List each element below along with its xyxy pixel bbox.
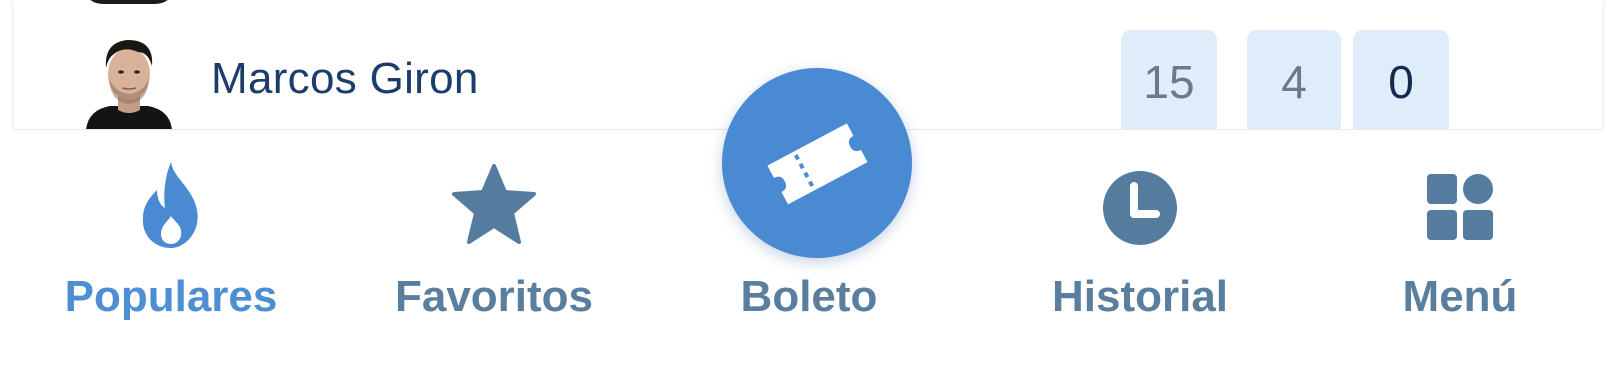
nav-label: Historial [1051,272,1229,321]
nav-label: Boleto [740,272,878,321]
nav-label: Menú [1402,272,1518,321]
nav-label: Favoritos [394,272,594,321]
star-icon [452,164,536,249]
flame-icon [135,160,207,255]
player-name: Marcos Giron [211,54,479,103]
nav-item-populares[interactable]: Populares [40,130,302,330]
stat-box: 0 [1353,30,1449,129]
stat-box: 15 [1121,30,1217,129]
avatar [84,0,174,6]
grid-icon [1425,172,1495,247]
avatar [84,30,174,129]
app-screen: Marcos Giron 15 4 0 Populares Favoritos [0,0,1616,368]
clock-icon [1102,170,1178,251]
list-item[interactable] [14,0,1602,12]
nav-label: Populares [64,272,278,321]
stat-box: 4 [1247,30,1341,129]
nav-item-historial[interactable]: Historial [1030,130,1250,330]
nav-item-menu[interactable]: Menú [1370,130,1550,330]
nav-item-favoritos[interactable]: Favoritos [374,130,614,330]
boleto-fab-button[interactable] [722,68,912,258]
